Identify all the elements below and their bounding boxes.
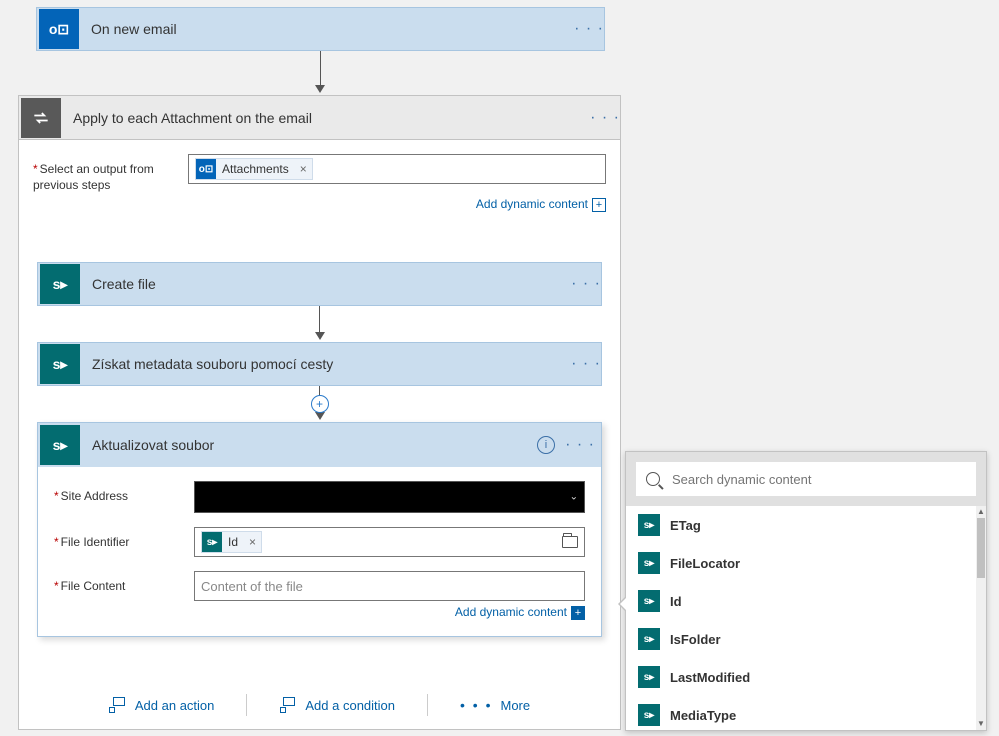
- dynamic-search-input[interactable]: [670, 471, 966, 488]
- id-token[interactable]: s▸ Id ×: [201, 531, 262, 553]
- get-metadata-title: Získat metadata souboru pomocí cesty: [82, 356, 571, 372]
- apply-to-each-title: Apply to each Attachment on the email: [63, 110, 590, 126]
- sharepoint-icon: s▸: [202, 532, 222, 552]
- scroll-thumb[interactable]: [977, 518, 985, 578]
- add-dynamic-content-link[interactable]: Add dynamic content+: [54, 605, 585, 620]
- site-address-label: Site Address: [54, 481, 194, 505]
- chevron-down-icon: ⌄: [570, 492, 578, 503]
- apply-to-each-menu-button[interactable]: · · ·: [590, 109, 620, 127]
- trigger-menu-button[interactable]: · · ·: [574, 20, 604, 38]
- scroll-down-icon: ▼: [976, 718, 986, 730]
- dynamic-item-filelocator[interactable]: s▸FileLocator: [626, 544, 976, 582]
- add-dynamic-content-link[interactable]: Add dynamic content+: [33, 197, 606, 212]
- create-file-menu-button[interactable]: · · ·: [571, 275, 601, 293]
- dynamic-item-lastmodified[interactable]: s▸LastModified: [626, 658, 976, 696]
- dynamic-search-wrap: [626, 452, 986, 506]
- dynamic-item-isfolder[interactable]: s▸IsFolder: [626, 620, 976, 658]
- attachments-token[interactable]: o⊡ Attachments ×: [195, 158, 313, 180]
- sharepoint-icon: s▸: [40, 264, 80, 304]
- flow-arrow: [315, 306, 325, 340]
- insert-step-button[interactable]: +: [311, 395, 329, 413]
- add-action-button[interactable]: Add an action: [97, 691, 227, 719]
- flow-arrow: [315, 51, 325, 93]
- sharepoint-icon: s▸: [638, 552, 660, 574]
- get-metadata-menu-button[interactable]: · · ·: [571, 355, 601, 373]
- file-identifier-label: File Identifier: [54, 527, 194, 551]
- add-condition-button[interactable]: Add a condition: [267, 691, 407, 719]
- divider: [246, 694, 247, 716]
- create-file-card[interactable]: s▸ Create file · · ·: [37, 262, 602, 306]
- add-action-icon: [109, 697, 127, 713]
- update-file-title: Aktualizovat soubor: [82, 437, 537, 453]
- sharepoint-icon: s▸: [638, 628, 660, 650]
- sharepoint-icon: s▸: [638, 590, 660, 612]
- sharepoint-icon: s▸: [638, 666, 660, 688]
- update-file-menu-button[interactable]: · · ·: [565, 436, 595, 454]
- info-icon[interactable]: i: [537, 436, 555, 454]
- dynamic-item-id[interactable]: s▸Id: [626, 582, 976, 620]
- select-output-label: Select an output from previous steps: [33, 154, 188, 193]
- search-icon: [646, 472, 660, 486]
- sharepoint-icon: s▸: [638, 514, 660, 536]
- update-file-header[interactable]: s▸ Aktualizovat soubor i · · ·: [38, 423, 601, 467]
- create-file-title: Create file: [82, 276, 571, 292]
- plus-icon: +: [571, 606, 585, 620]
- site-address-row: Site Address ⌄: [54, 481, 585, 513]
- file-content-input[interactable]: Content of the file: [194, 571, 585, 601]
- outlook-icon: o⊡: [196, 159, 216, 179]
- more-icon: • • •: [460, 697, 492, 713]
- trigger-card[interactable]: o⊡ On new email · · ·: [36, 7, 605, 51]
- apply-to-each-card: Apply to each Attachment on the email · …: [18, 95, 621, 730]
- file-identifier-input[interactable]: s▸ Id ×: [194, 527, 585, 557]
- plus-icon: +: [592, 198, 606, 212]
- get-metadata-card[interactable]: s▸ Získat metadata souboru pomocí cesty …: [37, 342, 602, 386]
- apply-to-each-header[interactable]: Apply to each Attachment on the email · …: [19, 96, 620, 140]
- file-identifier-row: File Identifier s▸ Id ×: [54, 527, 585, 557]
- divider: [427, 694, 428, 716]
- dynamic-item-mediatype[interactable]: s▸MediaType: [626, 696, 976, 730]
- dynamic-content-panel: s▸ETag s▸FileLocator s▸Id s▸IsFolder s▸L…: [625, 451, 987, 731]
- scroll-up-icon: ▲: [976, 506, 986, 518]
- select-output-row: Select an output from previous steps o⊡ …: [33, 154, 606, 193]
- update-file-card: s▸ Aktualizovat soubor i · · · Site Addr…: [37, 422, 602, 637]
- sharepoint-icon: s▸: [40, 344, 80, 384]
- select-output-input[interactable]: o⊡ Attachments ×: [188, 154, 606, 184]
- dynamic-content-list: s▸ETag s▸FileLocator s▸Id s▸IsFolder s▸L…: [626, 506, 976, 730]
- site-address-input[interactable]: ⌄: [194, 481, 585, 513]
- file-content-label: File Content: [54, 571, 194, 595]
- outlook-icon: o⊡: [39, 9, 79, 49]
- dynamic-search[interactable]: [636, 462, 976, 496]
- remove-token-button[interactable]: ×: [244, 535, 261, 549]
- loop-icon: [21, 98, 61, 138]
- dynamic-item-etag[interactable]: s▸ETag: [626, 506, 976, 544]
- sharepoint-icon: s▸: [638, 704, 660, 726]
- sharepoint-icon: s▸: [40, 425, 80, 465]
- trigger-title: On new email: [81, 21, 574, 37]
- file-content-row: File Content Content of the file: [54, 571, 585, 601]
- add-condition-icon: [279, 697, 297, 713]
- remove-token-button[interactable]: ×: [295, 162, 312, 176]
- folder-picker-button[interactable]: [562, 536, 578, 548]
- more-button[interactable]: • • • More: [448, 691, 542, 719]
- footer-actions: Add an action Add a condition • • • More: [19, 691, 620, 719]
- scrollbar[interactable]: ▲ ▼: [976, 506, 986, 730]
